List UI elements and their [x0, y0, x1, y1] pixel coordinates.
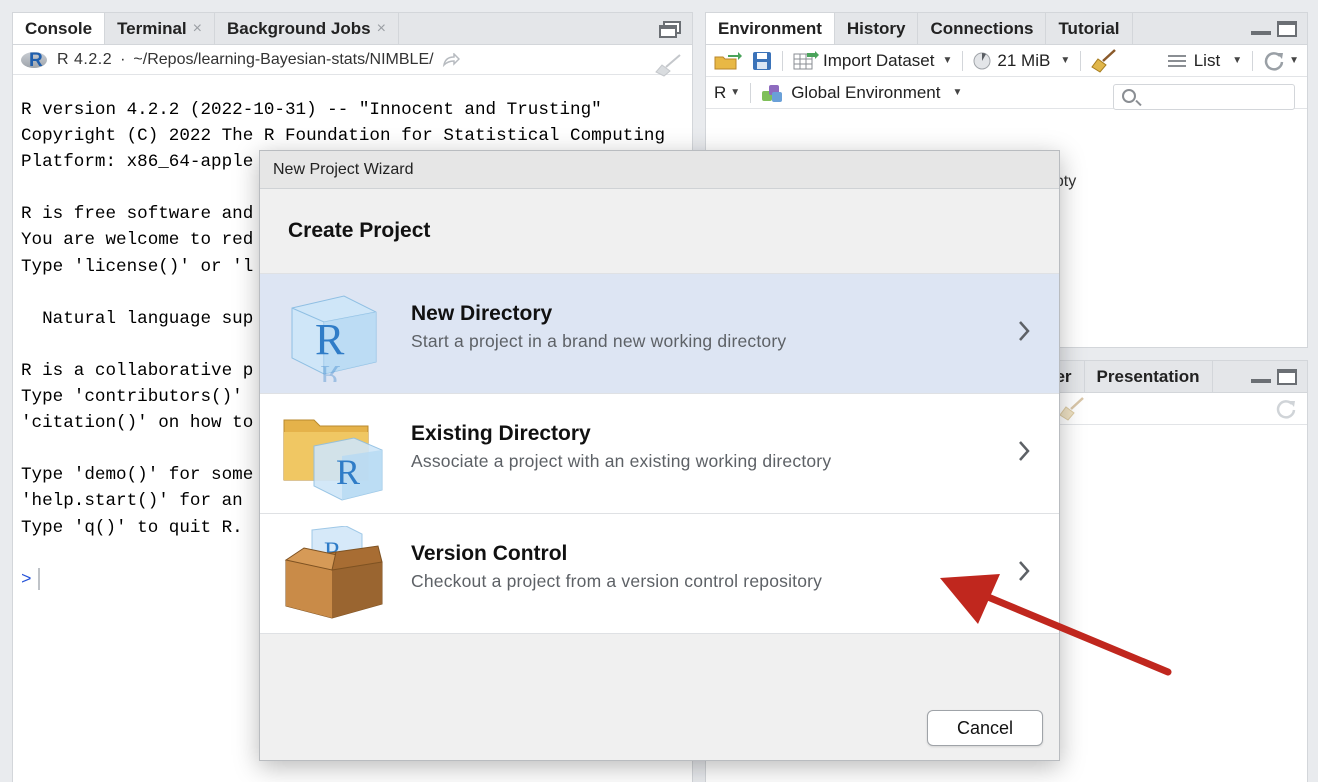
folder-r-icon: R [283, 419, 383, 501]
environment-scope-label: Global Environment [791, 82, 941, 102]
maximize-pane-icon[interactable] [1277, 21, 1297, 37]
working-directory: ~/Repos/learning-Bayesian-stats/NIMBLE/ [133, 50, 434, 68]
chevron-right-icon [1019, 441, 1030, 461]
memory-pie-icon [973, 52, 991, 69]
refresh-icon[interactable] [1275, 398, 1297, 420]
option-description: Associate a project with an existing wor… [411, 451, 832, 471]
refresh-button[interactable]: ▼ [1263, 50, 1299, 72]
restore-pane-icon[interactable] [658, 21, 682, 39]
console-header: R R 4.2.2 · ~/Repos/learning-Bayesian-st… [13, 45, 692, 75]
view-mode-button[interactable]: List ▼ [1167, 50, 1243, 71]
toolbar-separator [750, 82, 752, 103]
import-dataset-label: Import Dataset [823, 50, 935, 70]
console-tabbar: Console Terminal × Background Jobs × [13, 13, 692, 45]
separator: · [120, 50, 126, 68]
text-caret [37, 568, 40, 591]
pane-controls [658, 21, 682, 39]
tab-terminal[interactable]: Terminal × [105, 13, 215, 44]
clear-workspace-broom-icon[interactable] [1091, 48, 1117, 73]
tab-label: Environment [718, 18, 822, 38]
tab-label: Console [25, 18, 93, 38]
prompt-symbol: > [21, 569, 32, 590]
save-icon[interactable] [752, 51, 772, 71]
maximize-pane-icon[interactable] [1277, 369, 1297, 385]
toolbar-separator [782, 50, 783, 71]
tab-environment[interactable]: Environment [706, 13, 835, 44]
clear-viewer-broom-icon[interactable] [1059, 396, 1085, 421]
env-toolbar: Import Dataset ▼ 21 MiB ▼ List ▼ ▼ [706, 45, 1307, 77]
annotation-arrow-icon [940, 574, 1172, 676]
tab-tutorial[interactable]: Tutorial [1046, 13, 1133, 44]
dialog-heading: Create Project [288, 219, 431, 242]
minimize-pane-icon[interactable] [1251, 369, 1271, 385]
toolbar-separator [962, 50, 964, 71]
table-import-icon [793, 50, 819, 69]
option-title: Existing Directory [411, 422, 591, 445]
close-icon[interactable]: × [377, 20, 386, 38]
tab-label: Presentation [1096, 366, 1200, 386]
environment-cubes-icon [762, 84, 783, 102]
list-icon [1167, 54, 1186, 67]
option-new-directory[interactable]: R R New Directory Start a project in a b… [260, 273, 1059, 393]
minimize-pane-icon[interactable] [1251, 21, 1271, 37]
console-line: Copyright (C) 2022 The R Foundation for … [21, 126, 666, 147]
import-dataset-button[interactable]: Import Dataset ▼ [793, 50, 953, 71]
chevron-right-icon [1019, 321, 1030, 341]
open-folder-icon[interactable] [714, 51, 742, 71]
memory-usage-label: 21 MiB [997, 50, 1051, 70]
option-description: Checkout a project from a version contro… [411, 571, 823, 591]
clear-console-icon[interactable] [654, 53, 682, 77]
search-icon [1122, 89, 1136, 103]
chevron-down-icon: ▼ [1060, 55, 1071, 66]
r-version: R 4.2.2 [57, 50, 113, 68]
option-title: New Directory [411, 302, 553, 325]
console-line: R version 4.2.2 (2022-10-31) -- "Innocen… [21, 100, 602, 120]
tab-label: Connections [930, 18, 1034, 38]
tab-label: History [846, 18, 906, 38]
chevron-down-icon: ▼ [1289, 55, 1299, 66]
tab-console[interactable]: Console [13, 13, 106, 44]
view-mode-label: List [1193, 50, 1221, 70]
r-logo-icon: R [21, 50, 49, 71]
svg-text:R: R [320, 359, 340, 382]
memory-usage-button[interactable]: 21 MiB ▼ [973, 51, 1070, 71]
tab-label: Background Jobs [227, 18, 371, 38]
environment-scope-select[interactable]: Global Environment ▼ [761, 83, 962, 103]
pane-controls [1251, 21, 1297, 37]
svg-text:R: R [336, 452, 360, 492]
r-cube-icon: R R [291, 295, 377, 382]
dialog-title-bar: New Project Wizard [260, 151, 1059, 189]
pane-controls [1251, 369, 1297, 385]
language-select[interactable]: R ▼ [714, 83, 740, 103]
tab-history[interactable]: History [834, 13, 919, 44]
chevron-down-icon: ▼ [952, 87, 963, 98]
environment-search-input[interactable] [1113, 84, 1295, 110]
close-icon[interactable]: × [193, 20, 202, 38]
tab-label: Terminal [117, 18, 187, 38]
toolbar-separator [1080, 50, 1082, 71]
refresh-icon [1264, 51, 1284, 71]
toolbar-separator [1252, 50, 1254, 71]
tab-presentation[interactable]: Presentation [1084, 361, 1213, 392]
env-tabbar: Environment History Connections Tutorial [706, 13, 1307, 45]
option-title: Version Control [411, 542, 568, 565]
svg-text:R: R [315, 315, 345, 364]
tab-connections[interactable]: Connections [918, 13, 1047, 44]
cancel-button[interactable]: Cancel [927, 710, 1043, 746]
chevron-down-icon: ▼ [1232, 55, 1243, 66]
language-label: R [714, 82, 727, 102]
go-to-directory-icon[interactable] [442, 52, 460, 67]
chevron-down-icon: ▼ [730, 87, 741, 98]
option-description: Start a project in a brand new working d… [411, 331, 787, 351]
chevron-down-icon: ▼ [942, 55, 953, 66]
option-existing-directory[interactable]: R Existing Directory Associate a project… [260, 393, 1059, 513]
tab-background-jobs[interactable]: Background Jobs × [215, 13, 399, 44]
tab-label: Tutorial [1058, 18, 1120, 38]
box-icon: R [284, 526, 383, 619]
